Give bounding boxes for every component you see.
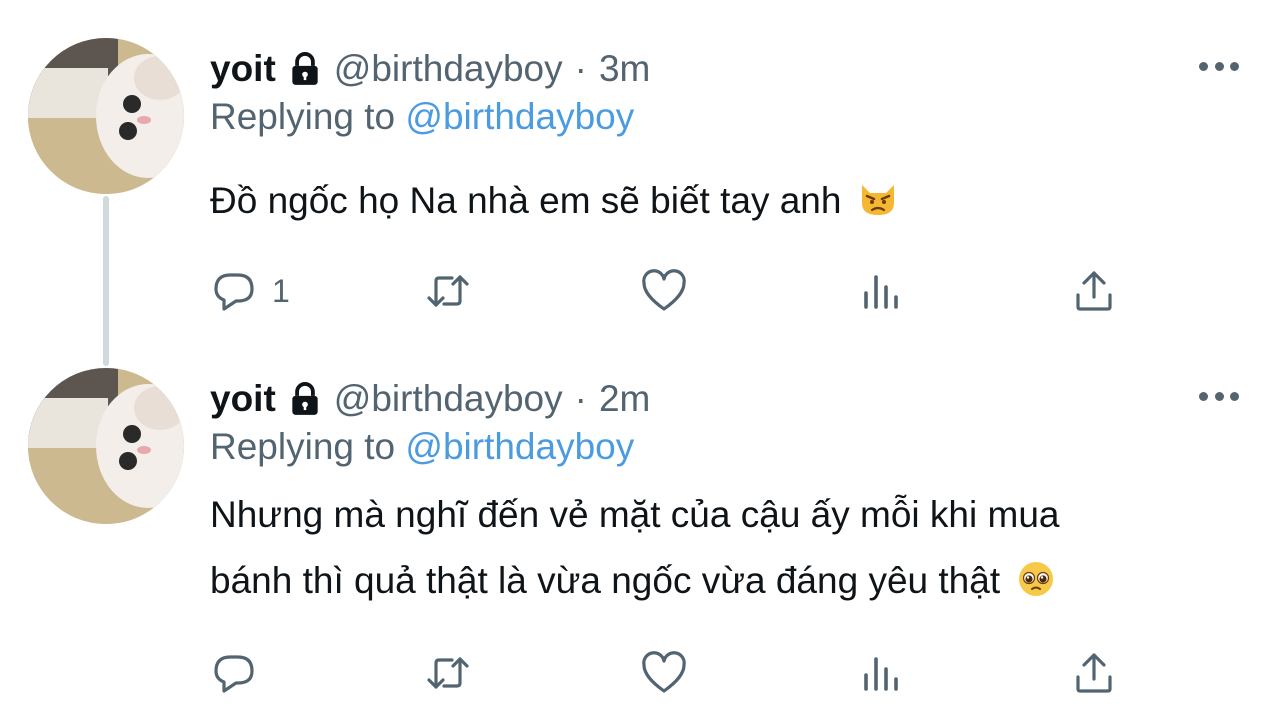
lock-icon (286, 50, 324, 88)
avatar[interactable] (28, 38, 184, 194)
timestamp[interactable]: 3m (599, 46, 650, 92)
reply-thread: yoit @birthdayboy · 3m Replying to @birt… (0, 0, 1283, 716)
reply-icon (214, 655, 254, 693)
more-icon[interactable] (1199, 54, 1239, 78)
avatar-cat-image (28, 368, 184, 524)
replying-to-label: Replying to (210, 96, 396, 137)
retweet-button[interactable] (424, 266, 472, 316)
like-button[interactable] (640, 266, 688, 316)
lock-icon (286, 380, 324, 418)
user-handle[interactable]: @birthdayboy (334, 46, 563, 92)
timestamp[interactable]: 2m (599, 376, 650, 422)
reply-button[interactable] (210, 648, 272, 698)
angry-cat-emoji (858, 174, 898, 240)
tweet-text-line: bánh thì quả thật là vừa ngốc vừa đáng y… (210, 560, 1001, 601)
retweet-icon (427, 657, 469, 689)
user-handle[interactable]: @birthdayboy (334, 376, 563, 422)
tweet-actions (210, 648, 1130, 698)
retweet-icon (427, 275, 469, 307)
replying-to: Replying to @birthdayboy (210, 424, 634, 470)
pleading-face-emoji (1016, 554, 1056, 620)
avatar-cat-image (28, 38, 184, 194)
tweet-text-line: Đồ ngốc họ Na nhà em sẽ biết tay anh (210, 180, 842, 221)
share-button[interactable] (1070, 648, 1118, 698)
tweet[interactable]: yoit @birthdayboy · 3m Replying to @birt… (0, 38, 1283, 368)
tweet-header: yoit @birthdayboy · 3m (210, 46, 650, 92)
share-button[interactable] (1070, 266, 1118, 316)
avatar[interactable] (28, 368, 184, 524)
reply-icon (214, 273, 254, 311)
replying-to-handle[interactable]: @birthdayboy (405, 426, 634, 467)
tweet-text-line: Nhưng mà nghĩ đến vẻ mặt của cậu ấy mỗi … (210, 494, 1060, 535)
tweet-actions: 1 (210, 266, 1130, 316)
views-icon (864, 275, 898, 309)
separator-dot: · (574, 378, 587, 419)
views-icon (864, 657, 898, 691)
share-icon (1076, 271, 1112, 311)
replying-to: Replying to @birthdayboy (210, 94, 634, 140)
views-button[interactable] (856, 266, 904, 316)
more-icon[interactable] (1199, 384, 1239, 408)
heart-icon (642, 269, 686, 311)
retweet-button[interactable] (424, 648, 472, 698)
reply-button[interactable]: 1 (210, 266, 290, 316)
tweet-text: Nhưng mà nghĩ đến vẻ mặt của cậu ấy mỗi … (210, 482, 1059, 620)
heart-icon (642, 651, 686, 693)
replying-to-handle[interactable]: @birthdayboy (405, 96, 634, 137)
display-name[interactable]: yoit (210, 46, 276, 92)
like-button[interactable] (640, 648, 688, 698)
views-button[interactable] (856, 648, 904, 698)
replying-to-label: Replying to (210, 426, 396, 467)
tweet-text: Đồ ngốc họ Na nhà em sẽ biết tay anh (210, 168, 898, 240)
display-name[interactable]: yoit (210, 376, 276, 422)
separator-dot: · (574, 48, 587, 89)
tweet-header: yoit @birthdayboy · 2m (210, 376, 650, 422)
share-icon (1076, 653, 1112, 693)
tweet[interactable]: yoit @birthdayboy · 2m Replying to @birt… (0, 368, 1283, 716)
reply-count: 1 (272, 272, 290, 309)
tweet-text-line-with-emoji: bánh thì quả thật là vừa ngốc vừa đáng y… (210, 548, 1059, 620)
